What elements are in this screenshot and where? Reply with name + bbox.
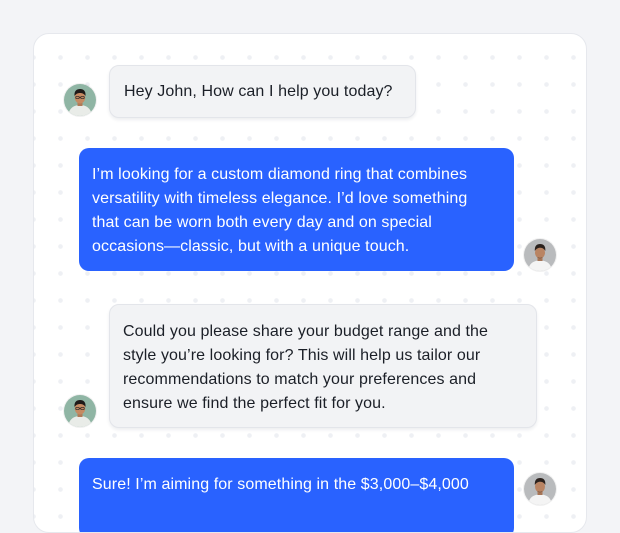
- agent-avatar-icon: [64, 395, 96, 427]
- message-bubble-user: I’m looking for a custom diamond ring th…: [79, 148, 514, 271]
- message-text-line: I’m looking for a custom diamond ring th…: [92, 166, 468, 183]
- message-text-line: that can be worn both every day and on s…: [92, 214, 432, 231]
- message-text-line: occasions—classic, but with a unique tou…: [92, 238, 410, 255]
- message-bubble-agent: Hey John, How can I help you today?: [109, 65, 416, 118]
- message-text-line: Hey John, How can I help you today?: [124, 83, 393, 100]
- user-avatar: [524, 473, 556, 505]
- agent-avatar: [64, 395, 96, 427]
- user-avatar-icon: [524, 473, 556, 505]
- message-text-line: Could you please share your budget range…: [123, 323, 489, 340]
- user-avatar: [524, 239, 556, 271]
- agent-avatar-icon: [64, 84, 96, 116]
- chat-card: Hey John, How can I help you today? I’m …: [33, 33, 587, 533]
- agent-avatar: [64, 84, 96, 116]
- message-text-line: style you’re looking for? This will help…: [123, 347, 481, 364]
- user-avatar-icon: [524, 239, 556, 271]
- message-text-line: ensure we find the perfect fit for you.: [123, 395, 386, 412]
- message-text-line: recommendations to match your preference…: [123, 371, 477, 388]
- message-bubble-agent: Could you please share your budget range…: [109, 304, 537, 428]
- message-text-line: Sure! I’m aiming for something in the $3…: [92, 476, 469, 493]
- message-bubble-user: Sure! I’m aiming for something in the $3…: [79, 458, 514, 532]
- message-text-line: versatility with timeless elegance. I’d …: [92, 190, 468, 207]
